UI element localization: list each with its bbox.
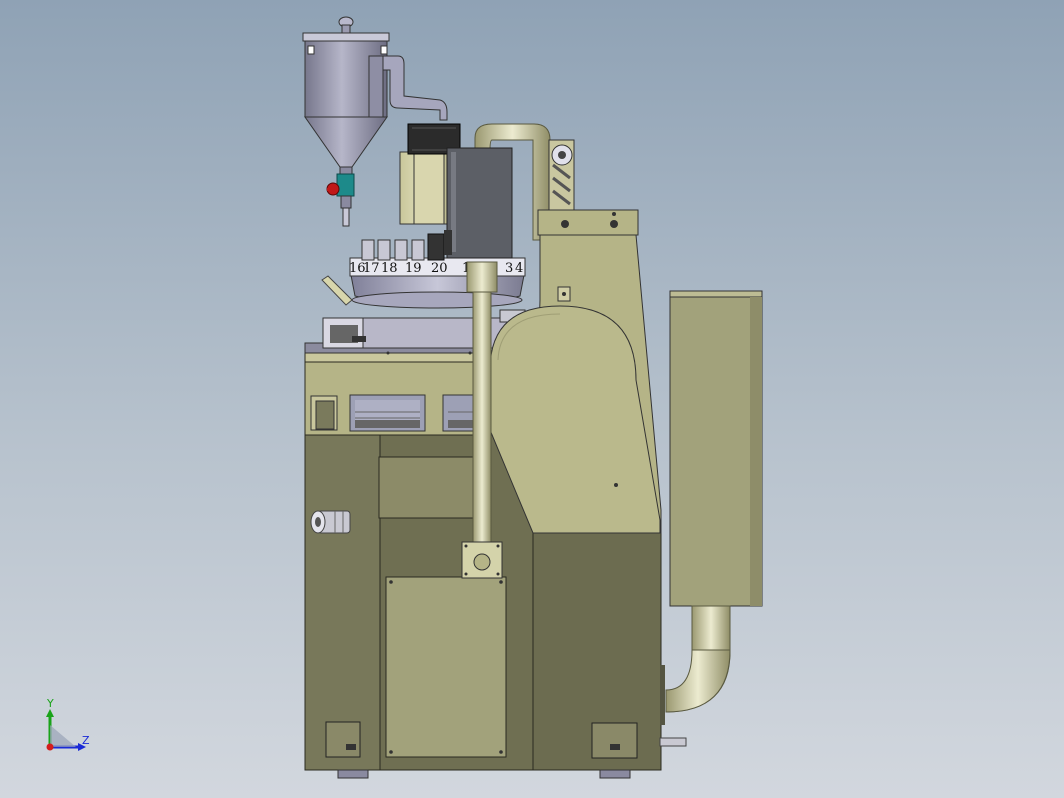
dial-number: 4 bbox=[515, 261, 523, 276]
dial-number: 19 bbox=[405, 261, 422, 276]
dial-number: 20 bbox=[431, 261, 448, 276]
dial-number: 18 bbox=[381, 261, 398, 276]
coordinate-triad: Y Z bbox=[46, 697, 90, 751]
graphics-viewport[interactable]: 16 17 18 19 20 1 3 4 Y Z bbox=[0, 0, 1064, 798]
triad-y-label: Y bbox=[46, 697, 54, 710]
triad-z-label: Z bbox=[82, 734, 90, 747]
dial-number: 3 bbox=[505, 261, 513, 276]
triad-x-axis bbox=[46, 743, 54, 751]
dial-number: 17 bbox=[363, 261, 380, 276]
electrical-cabinet bbox=[665, 290, 763, 713]
handwheel-knob bbox=[310, 510, 351, 534]
machine-model[interactable]: 16 17 18 19 20 1 3 4 bbox=[0, 0, 1064, 798]
